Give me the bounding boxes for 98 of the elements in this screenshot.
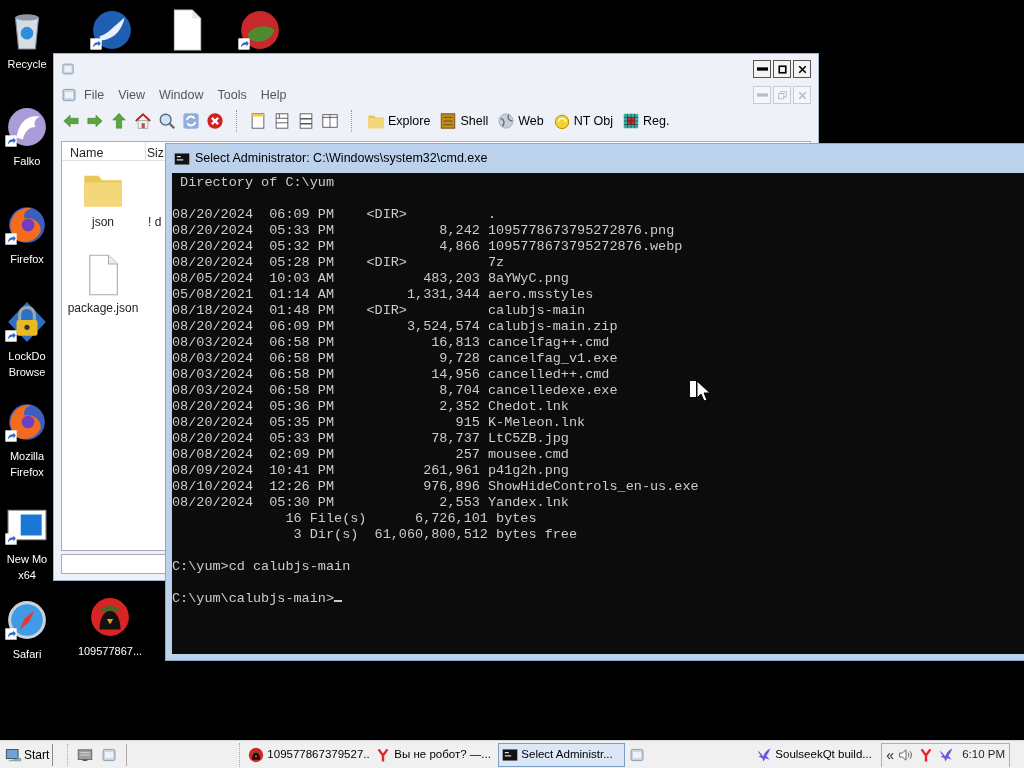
toolbar-button[interactable]: Web xyxy=(496,109,545,133)
console-line: 08/20/2024 05:35 PM 915 K-Meleon.lnk xyxy=(172,415,586,431)
up-arrow-icon xyxy=(110,112,128,130)
console-line: 08/03/2024 06:58 PM 8,704 cancelledexe.exe xyxy=(172,383,618,399)
search-icon xyxy=(158,112,176,130)
icon-label[interactable]: Firefox xyxy=(10,251,44,267)
console-line: 08/03/2024 06:58 PM 14,956 cancelled++.cmd xyxy=(172,367,610,383)
round-app-icon xyxy=(239,9,281,51)
refresh-icon xyxy=(182,112,200,130)
file-label[interactable]: json xyxy=(92,213,114,231)
console-line: 05/08/2021 01:14 AM 1,331,344 aero.msstyles xyxy=(172,287,594,303)
pane-layout-icon xyxy=(297,112,315,130)
minimize-icon xyxy=(756,93,768,97)
window-icon xyxy=(61,87,77,103)
console-icon xyxy=(502,746,519,763)
taskbar-button[interactable]: 109577867379527... xyxy=(244,742,372,767)
icon-label[interactable]: Browse xyxy=(8,364,46,380)
console-line: 16 File(s) 6,726,101 bytes xyxy=(284,511,537,527)
menu-item[interactable]: View xyxy=(111,85,153,105)
taskbar-button[interactable]: SoulseekQt build... xyxy=(752,742,880,767)
menu-item[interactable]: Tools xyxy=(210,85,254,105)
icon-label[interactable]: Firefox xyxy=(10,464,44,480)
console-line: 08/20/2024 05:33 PM 8,242 1095778673795272876.png xyxy=(172,223,675,239)
mouse-pointer-icon xyxy=(690,380,710,402)
window-icon xyxy=(629,746,646,763)
console-line: 08/09/2024 10:41 PM 261,961 p41g2h.png xyxy=(172,463,569,479)
console-line: 08/05/2024 10:03 AM 483,203 8aYWyC.png xyxy=(172,271,569,287)
file-label[interactable]: ! d xyxy=(148,213,162,231)
bird-icon xyxy=(938,747,955,763)
grid-icon xyxy=(622,112,641,130)
globe-icon xyxy=(497,112,516,130)
home-icon xyxy=(134,112,152,130)
console-line: 08/20/2024 06:09 PM <DIR> . xyxy=(172,207,497,223)
maximize-icon xyxy=(775,62,789,76)
stop-icon xyxy=(206,112,224,130)
console-line: 08/08/2024 02:09 PM 257 mousee.cmd xyxy=(172,447,569,463)
expand-tray-button[interactable]: « xyxy=(886,744,895,766)
console-line: 08/20/2024 06:09 PM 3,524,574 calubjs-main.zip xyxy=(172,319,618,335)
menu-item[interactable]: Help xyxy=(253,85,294,105)
console-line: 08/20/2024 05:30 PM 2,553 Yandex.lnk xyxy=(172,495,569,511)
start-button[interactable]: Start xyxy=(5,743,54,766)
console-line: 08/20/2024 05:28 PM <DIR> 7z xyxy=(172,255,505,271)
restore-icon xyxy=(775,88,789,102)
clock: 6:10 PM xyxy=(962,747,1005,763)
minimize-icon xyxy=(756,67,768,71)
back-arrow-icon xyxy=(62,112,80,130)
bird-globe-icon xyxy=(91,9,133,51)
icon-label[interactable]: Mozilla xyxy=(9,448,45,464)
menu-item[interactable]: File xyxy=(77,85,112,105)
disc-icon xyxy=(552,112,571,130)
column-header[interactable]: Name xyxy=(62,142,146,160)
taskbar-button[interactable]: Select Administr... xyxy=(498,742,626,767)
compass-icon xyxy=(6,599,48,641)
forward-arrow-icon xyxy=(86,112,104,130)
icon-label[interactable]: Falko xyxy=(13,153,41,169)
maximize-button[interactable] xyxy=(773,60,791,78)
console-line: C:\yum\calubjs-main> xyxy=(172,591,335,607)
console-line: 08/20/2024 05:33 PM 78,737 LtC5ZB.jpg xyxy=(172,431,569,447)
console-line: 08/20/2024 05:36 PM 2,352 Chedot.lnk xyxy=(172,399,569,415)
icon-label[interactable]: New Mo xyxy=(6,551,48,567)
taskbar-button[interactable]: Вы не робот? —... xyxy=(371,742,499,767)
console-line: 08/20/2024 05:32 PM 4,866 1095778673795272876.webp xyxy=(172,239,683,255)
window-title: Select Administrator: C:\Windows\system32\cmd.exe xyxy=(195,150,488,168)
console-line: 08/03/2024 06:58 PM 9,728 cancelfag_v1.exe xyxy=(172,351,618,367)
icon-label[interactable]: Safari xyxy=(12,646,42,662)
console-icon xyxy=(174,150,190,167)
window-icon xyxy=(61,62,75,76)
icon-label[interactable]: 109577867... xyxy=(77,643,143,659)
console-line: C:\yum>cd calubjs-main xyxy=(172,559,351,575)
browser-icon xyxy=(6,204,48,246)
bird-icon xyxy=(6,106,48,148)
file-label[interactable]: package.json xyxy=(67,299,139,317)
icon-label[interactable]: Recycle xyxy=(7,56,47,72)
close-button[interactable] xyxy=(793,60,811,78)
speaker-icon xyxy=(898,747,915,763)
pane-layout-icon xyxy=(273,112,291,130)
toolbar-button[interactable]: Explore xyxy=(366,109,432,133)
toolbar-button[interactable]: Shell xyxy=(438,109,490,133)
shell-icon xyxy=(439,112,458,130)
icon-label[interactable]: LockDo xyxy=(8,348,46,364)
round-app-icon xyxy=(248,746,265,763)
minimize-button[interactable] xyxy=(753,60,771,78)
pane-layout-icon xyxy=(321,112,339,130)
icon-label[interactable]: x64 xyxy=(18,567,36,583)
console-line: 3 Dir(s) 61,060,800,512 bytes free xyxy=(292,527,578,543)
pane-layout-icon xyxy=(249,112,267,130)
console-line: 08/10/2024 12:26 PM 976,896 ShowHideControls_en-us.exe xyxy=(172,479,699,495)
toolbar-button[interactable]: NT Obj xyxy=(551,109,615,133)
window-icon xyxy=(101,746,118,763)
toolbar-button[interactable]: Reg. xyxy=(621,109,671,133)
console-line: 08/18/2024 01:48 PM <DIR> calubjs-main xyxy=(172,303,586,319)
console-line: Directory of C:\yum xyxy=(179,175,335,191)
bird-icon xyxy=(756,746,773,763)
desktop-icon xyxy=(77,746,94,763)
menu-item[interactable]: Window xyxy=(152,85,211,105)
browser-icon xyxy=(6,401,48,443)
console-line: 08/03/2024 06:58 PM 16,813 cancelfag++.cmd xyxy=(172,335,610,351)
column-header[interactable]: Siz xyxy=(146,142,165,160)
